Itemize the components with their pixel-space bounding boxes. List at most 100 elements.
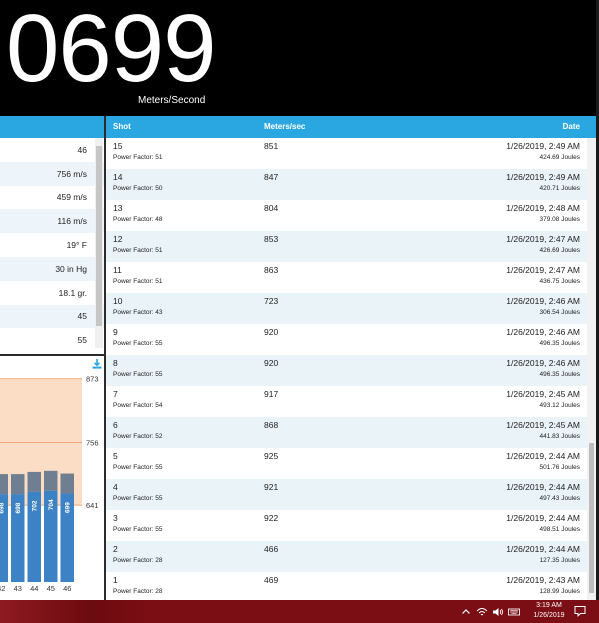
meters-per-sec: 466 [264,544,279,554]
table-row[interactable]: 2 Power Factor: 28 466 1/26/2019, 2:44 AM 12… [106,541,596,572]
wifi-icon[interactable] [476,606,488,618]
table-row[interactable]: 9 Power Factor: 55 920 1/26/2019, 2:46 AM 49… [106,324,596,355]
shot-date: 1/26/2019, 2:44 AM [506,513,580,523]
meters-per-sec: 847 [264,172,279,182]
keyboard-icon[interactable] [508,606,520,618]
shot-energy: 420.71 Joules [539,185,580,192]
velocity-chart: 873 756 641 698 42 698 43 702 44 704 45 699 46 [0,356,104,600]
shot-energy: 498.51 Joules [539,526,580,533]
meters-per-sec: 723 [264,296,279,306]
shot-energy: 379.08 Joules [539,216,580,223]
bar-value-label: 698 [15,502,22,513]
table-row[interactable]: 11 Power Factor: 51 863 1/26/2019, 2:47 AM 4… [106,262,596,293]
stat-row: 46 [77,144,87,155]
stat-row: 18.1 gr. [58,287,87,298]
power-factor: Power Factor: 54 [113,402,163,409]
stats-panel: 46 756 m/s 459 m/s 116 m/s 19° F 30 in H… [0,116,104,356]
table-row[interactable]: 10 Power Factor: 43 723 1/26/2019, 2:46 AM 3… [106,293,596,324]
column-header-meters-per-sec[interactable]: Meters/sec [264,122,305,131]
shot-date: 1/26/2019, 2:43 AM [506,575,580,585]
shot-energy: 441.83 Joules [539,433,580,440]
shot-date: 1/26/2019, 2:45 AM [506,420,580,430]
bar-value-label: 704 [48,499,55,510]
power-factor: Power Factor: 48 [113,216,163,223]
shot-energy: 436.75 Joules [539,278,580,285]
clock-time: 3:19 AM [536,602,562,609]
power-factor: Power Factor: 51 [113,247,163,254]
shot-date: 1/26/2019, 2:45 AM [506,389,580,399]
power-factor: Power Factor: 28 [113,588,163,595]
stats-scroll-thumb[interactable] [96,146,102,326]
stat-row: 116 m/s [0,209,104,234]
table-scrollbar[interactable] [587,138,596,600]
meters-per-sec: 922 [264,513,279,523]
shot-date: 1/26/2019, 2:48 AM [506,203,580,213]
stats-header [0,116,104,138]
table-scroll-thumb[interactable] [589,443,594,593]
chevron-up-icon[interactable] [460,606,472,618]
shot-number: 15 [113,141,123,151]
chart-bar-top [0,474,8,495]
table-row[interactable]: 3 Power Factor: 55 922 1/26/2019, 2:44 AM 49… [106,510,596,541]
table-row[interactable]: 13 Power Factor: 48 804 1/26/2019, 2:48 AM 3… [106,200,596,231]
column-header-shot[interactable]: Shot [113,122,131,131]
system-tray [460,602,520,621]
power-factor: Power Factor: 55 [113,340,163,347]
bar-value-label: 702 [32,500,39,511]
stat-row: 45 [0,304,104,329]
meters-per-sec: 853 [264,234,279,244]
shot-number: 14 [113,172,123,182]
shot-number: 3 [113,513,118,523]
stat-row: 55 [77,335,87,346]
table-row[interactable]: 5 Power Factor: 55 925 1/26/2019, 2:44 AM 50… [106,448,596,479]
x-tick-label: 42 [0,584,5,593]
shot-date: 1/26/2019, 2:46 AM [506,327,580,337]
notification-icon[interactable] [574,605,586,617]
table-row[interactable]: 8 Power Factor: 55 920 1/26/2019, 2:46 AM 49… [106,355,596,386]
x-tick-label: 46 [63,584,71,593]
shot-energy: 306.54 Joules [539,309,580,316]
power-factor: Power Factor: 52 [113,433,163,440]
taskbar-apps-area [0,600,150,623]
table-header: Shot Meters/sec Date [106,116,596,138]
shot-energy: 426.69 Joules [539,247,580,254]
x-tick-label: 43 [14,584,22,593]
reference-label: 873 [86,375,99,384]
power-factor: Power Factor: 43 [113,309,163,316]
table-row[interactable]: 7 Power Factor: 54 917 1/26/2019, 2:45 AM 49… [106,386,596,417]
shot-energy: 424.69 Joules [539,154,580,161]
column-header-date[interactable]: Date [563,122,580,131]
stat-row: 19° F [66,240,87,251]
power-factor: Power Factor: 55 [113,495,163,502]
volume-icon[interactable] [492,606,504,618]
stats-scrollbar[interactable] [95,138,103,348]
shot-number: 8 [113,358,118,368]
table-row[interactable]: 12 Power Factor: 51 853 1/26/2019, 2:47 AM 4… [106,231,596,262]
meters-per-sec: 804 [264,203,279,213]
shot-energy: 501.76 Joules [539,464,580,471]
table-row[interactable]: 1 Power Factor: 28 469 1/26/2019, 2:43 AM 12… [106,572,596,600]
shot-date: 1/26/2019, 2:49 AM [506,172,580,182]
chart-bar-top [11,474,25,495]
stat-row: 459 m/s [56,192,87,203]
chart-bar-top [60,473,74,494]
power-factor: Power Factor: 55 [113,526,163,533]
speed-readout-panel: 0699 Meters/Second [0,0,599,116]
bar-value-label: 699 [65,502,72,513]
shot-number: 11 [113,265,122,275]
download-icon[interactable] [92,359,102,369]
chart-bar-top [27,471,41,492]
bar-value-label: 698 [0,502,6,513]
table-row[interactable]: 6 Power Factor: 52 868 1/26/2019, 2:45 AM 44… [106,417,596,448]
shot-number: 12 [113,234,123,244]
meters-per-sec: 917 [264,389,279,399]
shot-number: 6 [113,420,118,430]
taskbar-clock[interactable]: 3:19 AM 1/26/2019 [527,601,571,621]
stats-list: 46 756 m/s 459 m/s 116 m/s 19° F 30 in H… [0,138,104,352]
table-row[interactable]: 4 Power Factor: 55 921 1/26/2019, 2:44 AM 49… [106,479,596,510]
table-row[interactable]: 14 Power Factor: 50 847 1/26/2019, 2:49 AM 4… [106,169,596,200]
reference-label: 641 [86,501,99,510]
table-row[interactable]: 15 Power Factor: 51 851 1/26/2019, 2:49 AM 4… [106,138,596,169]
meters-per-sec: 863 [264,265,279,275]
shot-number: 5 [113,451,118,461]
